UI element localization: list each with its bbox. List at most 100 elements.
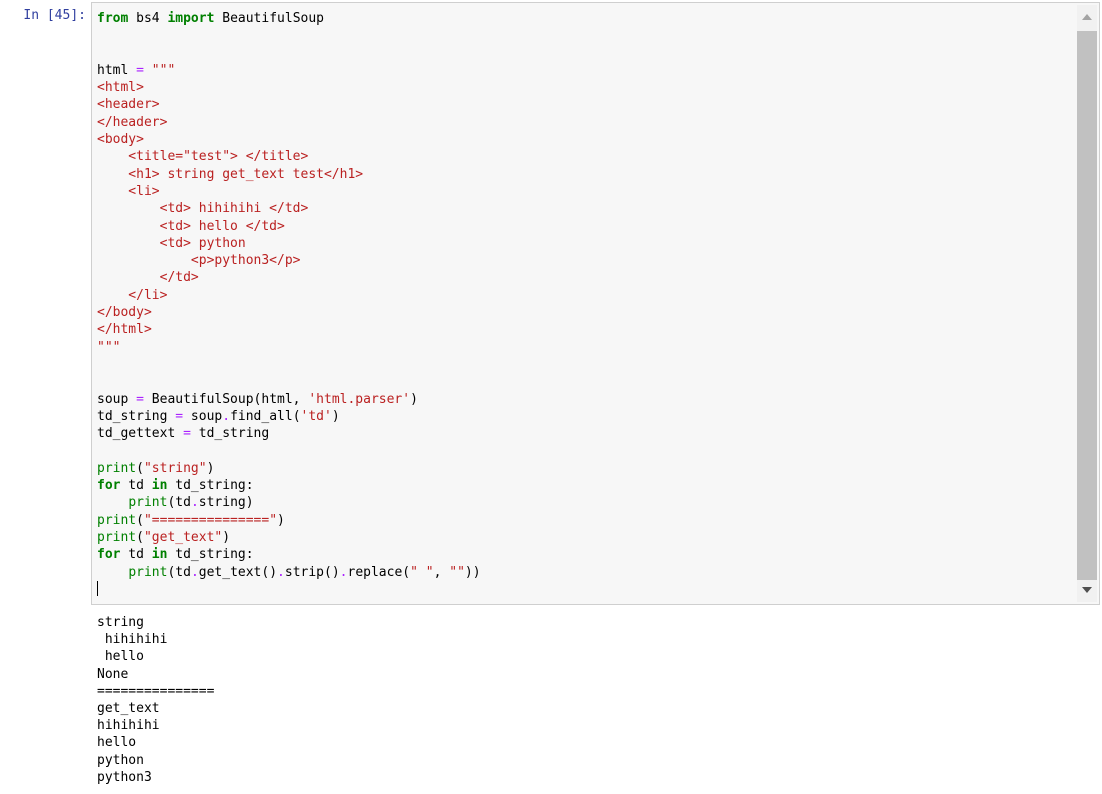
scroll-thumb[interactable] xyxy=(1077,31,1097,580)
code-line: <title="test"> </title> xyxy=(97,148,481,165)
code-token: = xyxy=(136,391,144,407)
code-line: from bs4 import BeautifulSoup xyxy=(97,10,481,27)
code-line: td_string = soup.find_all('td') xyxy=(97,408,481,425)
code-token: string) xyxy=(198,495,254,511)
code-token: </li> xyxy=(97,287,168,303)
code-token: </header> xyxy=(97,114,168,130)
code-token: strip() xyxy=(284,564,340,580)
scroll-down-button[interactable] xyxy=(1077,578,1097,602)
code-token: (td xyxy=(167,495,191,511)
code-token: soup xyxy=(183,408,223,424)
code-token: bs4 xyxy=(128,11,168,26)
code-token: for xyxy=(97,478,121,494)
code-token: = xyxy=(136,62,144,78)
code-token: ) xyxy=(222,529,231,545)
code-token: BeautifulSoup xyxy=(214,11,324,26)
code-area[interactable]: from bs4 import BeautifulSoup html = """ <… xyxy=(97,10,481,598)
code-token: <header> xyxy=(97,97,160,113)
code-line: </td> xyxy=(97,269,481,286)
code-line: <li> xyxy=(97,183,481,200)
input-prompt: In [45]: xyxy=(23,8,86,23)
code-token: "string" xyxy=(143,460,207,476)
code-token: = xyxy=(175,408,184,424)
code-token: 'html.parser' xyxy=(308,391,411,407)
output-line: python3 xyxy=(97,769,152,785)
code-token: replace( xyxy=(347,564,411,580)
code-token: , xyxy=(433,564,450,580)
code-token: ( xyxy=(136,512,144,528)
code-token: ) xyxy=(410,391,418,407)
code-token: ) xyxy=(331,408,340,424)
code-line: <td> hello </td> xyxy=(97,218,481,235)
code-line: <html> xyxy=(97,79,481,96)
output-line: hello xyxy=(97,735,137,751)
code-token: <td> hello </td> xyxy=(97,218,285,234)
code-line: <body> xyxy=(97,131,481,148)
code-token: </td> xyxy=(97,270,199,286)
code-line: </body> xyxy=(97,304,481,321)
code-token: td_string: xyxy=(167,478,254,494)
code-token: BeautifulSoup(html, xyxy=(143,391,309,407)
code-token: in xyxy=(151,547,168,563)
code-token: print xyxy=(128,495,168,511)
code-token: (td xyxy=(167,564,191,580)
code-token: import xyxy=(167,11,215,26)
code-token: ) xyxy=(277,512,285,528)
code-line: print("===============") xyxy=(97,512,481,529)
code-cell-editor[interactable]: from bs4 import BeautifulSoup html = """ <… xyxy=(91,2,1100,605)
code-token: )) xyxy=(464,564,481,580)
code-token: td_gettext xyxy=(97,426,184,442)
code-line: soup = BeautifulSoup(html, 'html.parser'… xyxy=(97,391,481,408)
code-line: print("get_text") xyxy=(97,529,481,546)
vertical-scrollbar[interactable] xyxy=(1077,5,1097,602)
code-token: 'td' xyxy=(300,408,332,424)
code-token: html xyxy=(97,62,137,78)
code-line: print("string") xyxy=(97,460,481,477)
code-token: . xyxy=(277,564,285,580)
code-token: in xyxy=(151,478,168,494)
code-token: </body> xyxy=(97,305,152,321)
output-line: python xyxy=(97,752,144,768)
code-token: print xyxy=(97,529,137,545)
output-line: None xyxy=(97,666,129,682)
code-token: . xyxy=(190,495,199,511)
code-line: <td> python xyxy=(97,235,481,252)
code-token: "===============" xyxy=(143,512,278,528)
code-token: from xyxy=(97,11,129,26)
code-token: print xyxy=(128,564,168,580)
code-token: <td> hihihihi </td> xyxy=(97,201,309,217)
code-line: <header> xyxy=(97,96,481,113)
code-line: for td in td_string: xyxy=(97,546,481,563)
code-token: <p>python3</p> xyxy=(97,253,301,269)
code-token: print xyxy=(97,460,137,476)
code-token: ( xyxy=(136,529,144,545)
cell-output: string hihihihi hello None ==============… xyxy=(97,614,214,786)
triangle-down-icon xyxy=(1082,587,1092,593)
code-token: "get_text" xyxy=(143,529,223,545)
scroll-up-button[interactable] xyxy=(1077,5,1097,29)
code-line: <p>python3</p> xyxy=(97,252,481,269)
code-token: """ xyxy=(143,62,176,78)
code-token: . xyxy=(222,408,231,424)
output-line: hihihihi xyxy=(97,632,176,648)
code-token: td xyxy=(120,547,152,563)
code-line: print(td.string) xyxy=(97,494,481,511)
code-token: soup xyxy=(97,391,137,407)
code-line: </html> xyxy=(97,321,481,338)
output-line: get_text xyxy=(97,701,160,717)
code-token: <body> xyxy=(97,132,144,148)
code-line: <h1> string get_text test</h1> xyxy=(97,166,481,183)
code-token: td_string: xyxy=(167,547,254,563)
code-line: </header> xyxy=(97,114,481,131)
output-line: string xyxy=(97,615,144,630)
code-token: for xyxy=(97,547,121,563)
code-token: <td> python xyxy=(97,235,246,251)
code-token: ( xyxy=(136,460,144,476)
code-token: get_text() xyxy=(198,564,278,580)
code-token: . xyxy=(190,564,199,580)
